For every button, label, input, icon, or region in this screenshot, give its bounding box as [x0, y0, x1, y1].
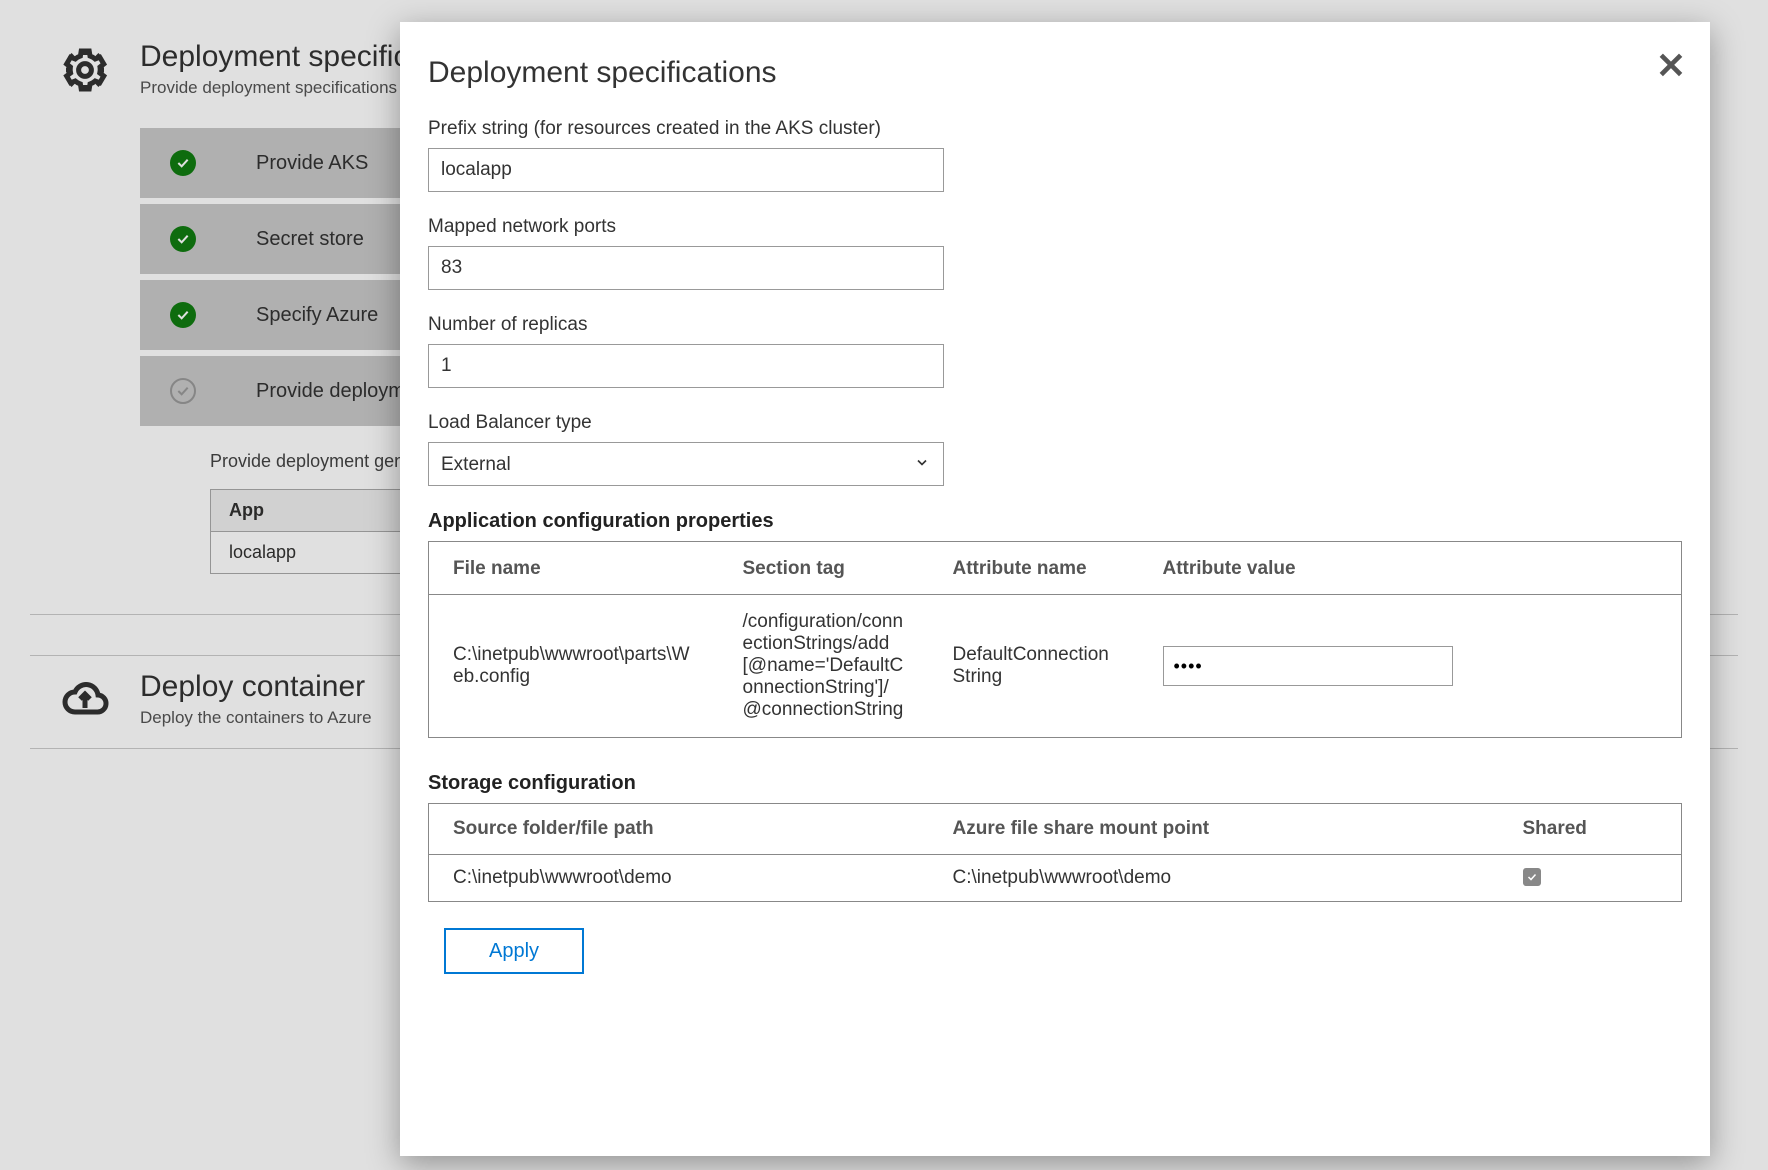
prefix-label: Prefix string (for resources created in … [428, 118, 1682, 140]
storage-heading: Storage configuration [428, 772, 1682, 795]
lb-select[interactable]: External [428, 442, 944, 486]
cell-section: /configuration/connectionStrings/add[@na… [719, 595, 929, 738]
prefix-input[interactable] [428, 148, 944, 192]
col-attr-name: Attribute name [929, 542, 1139, 595]
cell-attr-name: DefaultConnectionString [929, 595, 1139, 738]
storage-table: Source folder/file path Azure file share… [428, 803, 1682, 902]
lb-label: Load Balancer type [428, 412, 1682, 434]
shared-checkbox[interactable] [1523, 868, 1541, 886]
app-config-heading: Application configuration properties [428, 510, 1682, 533]
col-source: Source folder/file path [429, 804, 929, 855]
ports-label: Mapped network ports [428, 216, 1682, 238]
replicas-label: Number of replicas [428, 314, 1682, 336]
cell-shared [1499, 855, 1682, 902]
app-config-table: File name Section tag Attribute name Att… [428, 541, 1682, 738]
col-section: Section tag [719, 542, 929, 595]
cell-file: C:\inetpub\wwwroot\parts\Web.config [429, 595, 719, 738]
deployment-spec-modal: ✕ Deployment specifications Prefix strin… [400, 22, 1710, 1156]
modal-title: Deployment specifications [428, 56, 1682, 90]
table-row: C:\inetpub\wwwroot\demo C:\inetpub\wwwro… [429, 855, 1682, 902]
col-attr-value: Attribute value [1139, 542, 1682, 595]
replicas-input[interactable] [428, 344, 944, 388]
attr-value-input[interactable] [1163, 646, 1453, 686]
apply-button[interactable]: Apply [444, 928, 584, 974]
ports-input[interactable] [428, 246, 944, 290]
cell-source: C:\inetpub\wwwroot\demo [429, 855, 929, 902]
cell-mount: C:\inetpub\wwwroot\demo [929, 855, 1499, 902]
cell-attr-value [1139, 595, 1682, 738]
col-shared: Shared [1499, 804, 1682, 855]
col-mount: Azure file share mount point [929, 804, 1499, 855]
table-row: C:\inetpub\wwwroot\parts\Web.config /con… [429, 595, 1682, 738]
col-file: File name [429, 542, 719, 595]
close-icon[interactable]: ✕ [1656, 48, 1686, 84]
